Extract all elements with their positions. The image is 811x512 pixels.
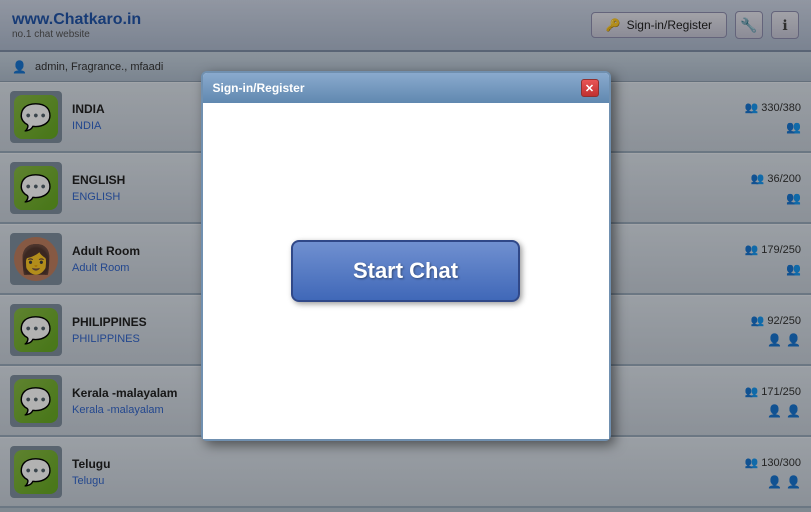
modal-titlebar: Sign-in/Register ✕ — [203, 73, 609, 103]
modal-overlay: Sign-in/Register ✕ Start Chat — [0, 0, 811, 512]
modal-body: Start Chat — [203, 103, 609, 439]
modal-close-button[interactable]: ✕ — [581, 79, 599, 97]
signin-modal: Sign-in/Register ✕ Start Chat — [201, 71, 611, 441]
start-chat-button[interactable]: Start Chat — [291, 240, 520, 302]
modal-title: Sign-in/Register — [213, 81, 305, 95]
close-icon: ✕ — [585, 82, 594, 95]
